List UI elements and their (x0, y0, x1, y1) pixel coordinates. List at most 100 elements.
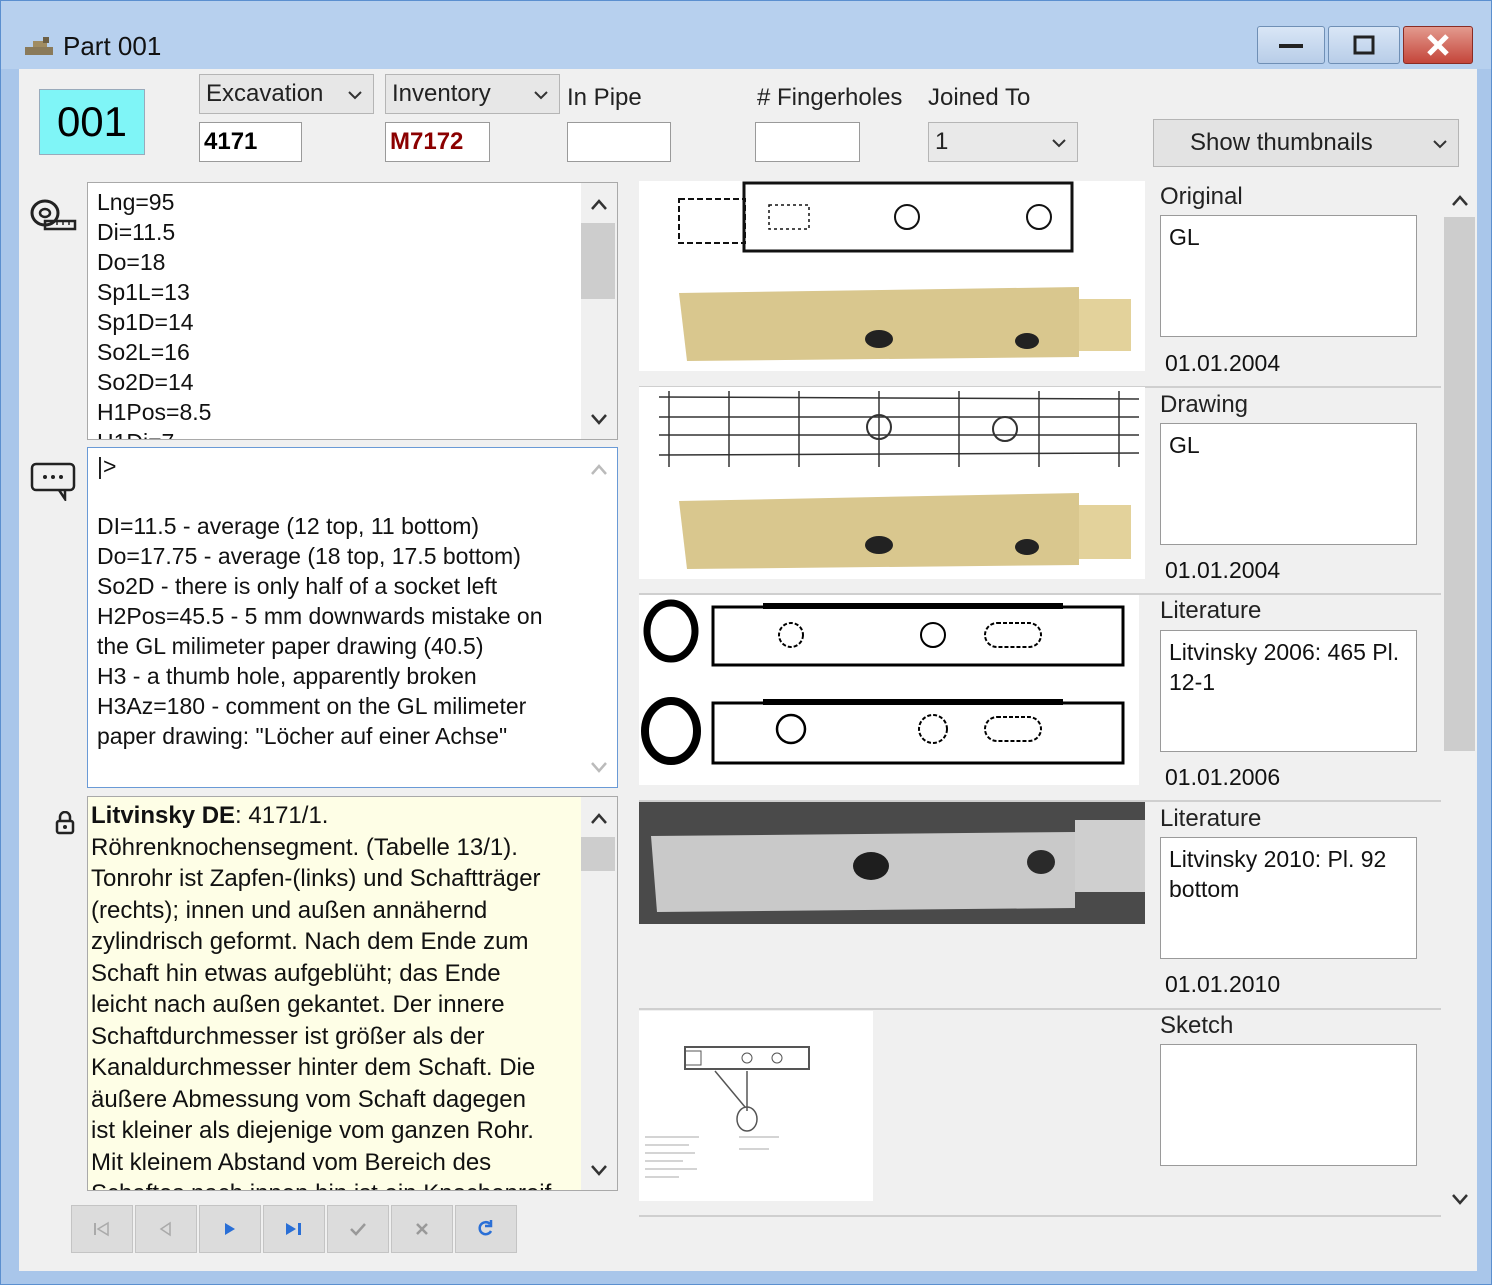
image-date: 01.01.2006 (1165, 764, 1281, 790)
image-category: Drawing (1160, 391, 1249, 418)
image-source-box[interactable] (1160, 1044, 1417, 1166)
measurement-line: Lng=95 (97, 189, 175, 215)
last-record-icon (286, 1223, 301, 1235)
refresh-button[interactable] (455, 1205, 517, 1253)
image-date: 01.01.2010 (1165, 971, 1281, 997)
close-icon (1427, 34, 1449, 56)
inventory-dropdown[interactable]: Inventory (385, 74, 560, 114)
measurement-line: So2L=16 (97, 339, 190, 365)
image-source-box[interactable]: Litvinsky 2010: Pl. 92 bottom (1160, 837, 1417, 959)
first-record-button[interactable] (71, 1205, 133, 1253)
thumbnail-drawing[interactable] (639, 387, 1145, 579)
flute-sketch-image (645, 1046, 810, 1178)
window-title: Part 001 (63, 31, 162, 61)
title-bar[interactable]: Part 001 (1, 1, 1491, 69)
scroll-up-icon[interactable] (589, 809, 609, 829)
literature-line: zylindrisch geformt. Nach dem Ende zum (91, 928, 529, 955)
scroll-up-icon[interactable] (589, 195, 609, 215)
in-pipe-label: In Pipe (567, 84, 642, 111)
scroll-up-icon[interactable] (1450, 191, 1470, 211)
scroll-down-icon[interactable] (1450, 1189, 1470, 1209)
previous-record-button[interactable] (135, 1205, 197, 1253)
literature-line: (rechts); innen und außen annähernd (91, 896, 488, 924)
measurement-line: Sp1L=13 (97, 279, 190, 305)
thumbnail-sketch[interactable] (639, 1011, 873, 1201)
scroll-down-icon[interactable] (589, 757, 609, 777)
literature-line: Tonrohr ist Zapfen-(links) und Schaftträ… (91, 865, 541, 892)
measurement-line: H1Di=7 (97, 427, 608, 439)
image-category: Literature (1160, 805, 1262, 832)
first-record-icon (94, 1221, 109, 1237)
checkmark-icon (350, 1223, 366, 1236)
next-record-button[interactable] (199, 1205, 261, 1253)
image-source-box[interactable]: Litvinsky 2006: 465 Pl. 12-1 (1160, 630, 1417, 752)
fingerholes-label: # Fingerholes (757, 84, 903, 111)
cancel-button[interactable] (391, 1205, 453, 1253)
literature-scrollbar[interactable] (581, 797, 617, 1190)
image-category: Literature (1160, 597, 1262, 624)
minimize-icon (1279, 44, 1303, 48)
literature-line: Schaft hin etwas aufgeblüht; das Ende (91, 959, 501, 987)
scroll-down-icon[interactable] (589, 1160, 609, 1180)
measurement-line: H1Pos=8.5 (97, 399, 212, 425)
image-source-box[interactable]: GL (1160, 215, 1417, 337)
excavation-field[interactable]: 4171 (199, 122, 302, 162)
scroll-thumb[interactable] (1444, 217, 1475, 751)
tape-measure-icon (30, 199, 77, 231)
inventory-field[interactable]: M7172 (385, 122, 490, 162)
scroll-down-icon[interactable] (589, 409, 609, 429)
app-icon (25, 37, 53, 55)
comment-line: So2D - there is only half of a socket le… (97, 573, 498, 599)
flute-literature-drawing (641, 599, 1125, 765)
thumbnail-original[interactable] (639, 181, 1145, 371)
comment-line: the GL milimeter paper drawing (40.5) (97, 633, 484, 659)
scroll-thumb[interactable] (581, 837, 615, 871)
in-pipe-field[interactable] (567, 122, 671, 162)
refresh-icon (478, 1220, 493, 1236)
next-record-icon (225, 1223, 235, 1235)
previous-record-icon (159, 1221, 171, 1237)
measurement-line: So2D=14 (97, 369, 194, 395)
comment-line: H2Pos=45.5 - 5 mm downwards mistake on (97, 603, 543, 629)
measurements-scrollbar[interactable] (581, 183, 617, 439)
thumbnails-dropdown[interactable]: Show thumbnails (1153, 119, 1459, 167)
comments-scrollbar[interactable] (581, 448, 617, 787)
last-record-button[interactable] (263, 1205, 325, 1253)
literature-line: Kanaldurchmesser hinter dem Schaft. Die (91, 1054, 536, 1081)
joined-to-value: 1 (935, 128, 949, 155)
measurement-line: Di=11.5 (97, 219, 176, 245)
image-source-box[interactable]: GL (1160, 423, 1417, 545)
scroll-thumb[interactable] (581, 223, 615, 299)
fingerholes-field[interactable] (755, 122, 860, 162)
joined-to-dropdown[interactable]: 1 (928, 122, 1078, 162)
chevron-down-icon (1433, 140, 1447, 149)
minimize-button[interactable] (1257, 26, 1325, 64)
scroll-up-icon[interactable] (589, 460, 609, 480)
excavation-dropdown[interactable]: Excavation (199, 74, 374, 114)
comment-line: Do=17.75 - average (18 top, 17.5 bottom) (97, 543, 521, 569)
confirm-button[interactable] (327, 1205, 389, 1253)
excavation-label: Excavation (206, 80, 324, 107)
literature-author: Litvinsky DE (91, 802, 236, 829)
close-button[interactable] (1403, 26, 1473, 64)
joined-to-label: Joined To (928, 84, 1031, 111)
window: Part 001 001 Excavation 4171 Inventory M… (0, 0, 1492, 1285)
comment-line: H3 - a thumb hole, apparently broken (97, 663, 477, 689)
measurements-textbox[interactable]: Lng=95 Di=11.5 Do=18 Sp1L=13 Sp1D=14 So2… (87, 182, 618, 440)
literature-textbox[interactable]: Litvinsky DE: 4171/1. Röhrenknochensegme… (87, 796, 618, 1191)
part-id-display: 001 (39, 89, 145, 155)
thumbnails-label: Show thumbnails (1190, 129, 1373, 156)
chevron-down-icon (1052, 139, 1066, 148)
flute-drawing-image (658, 391, 1140, 569)
speech-bubble-icon (30, 462, 76, 501)
maximize-button[interactable] (1328, 26, 1400, 64)
image-date: 01.01.2004 (1165, 350, 1281, 376)
image-list-scrollbar[interactable] (1442, 181, 1477, 1215)
comment-line: DI=11.5 - average (12 top, 11 bottom) (97, 513, 480, 539)
comments-textbox[interactable]: |> DI=11.5 - average (12 top, 11 bottom)… (87, 447, 618, 788)
image-date: 01.01.2004 (1165, 557, 1281, 583)
measurement-line: Do=18 (97, 249, 166, 275)
thumbnail-literature-2006[interactable] (639, 595, 1139, 785)
thumbnail-literature-2010[interactable] (639, 802, 1145, 924)
maximize-icon (1353, 35, 1375, 55)
